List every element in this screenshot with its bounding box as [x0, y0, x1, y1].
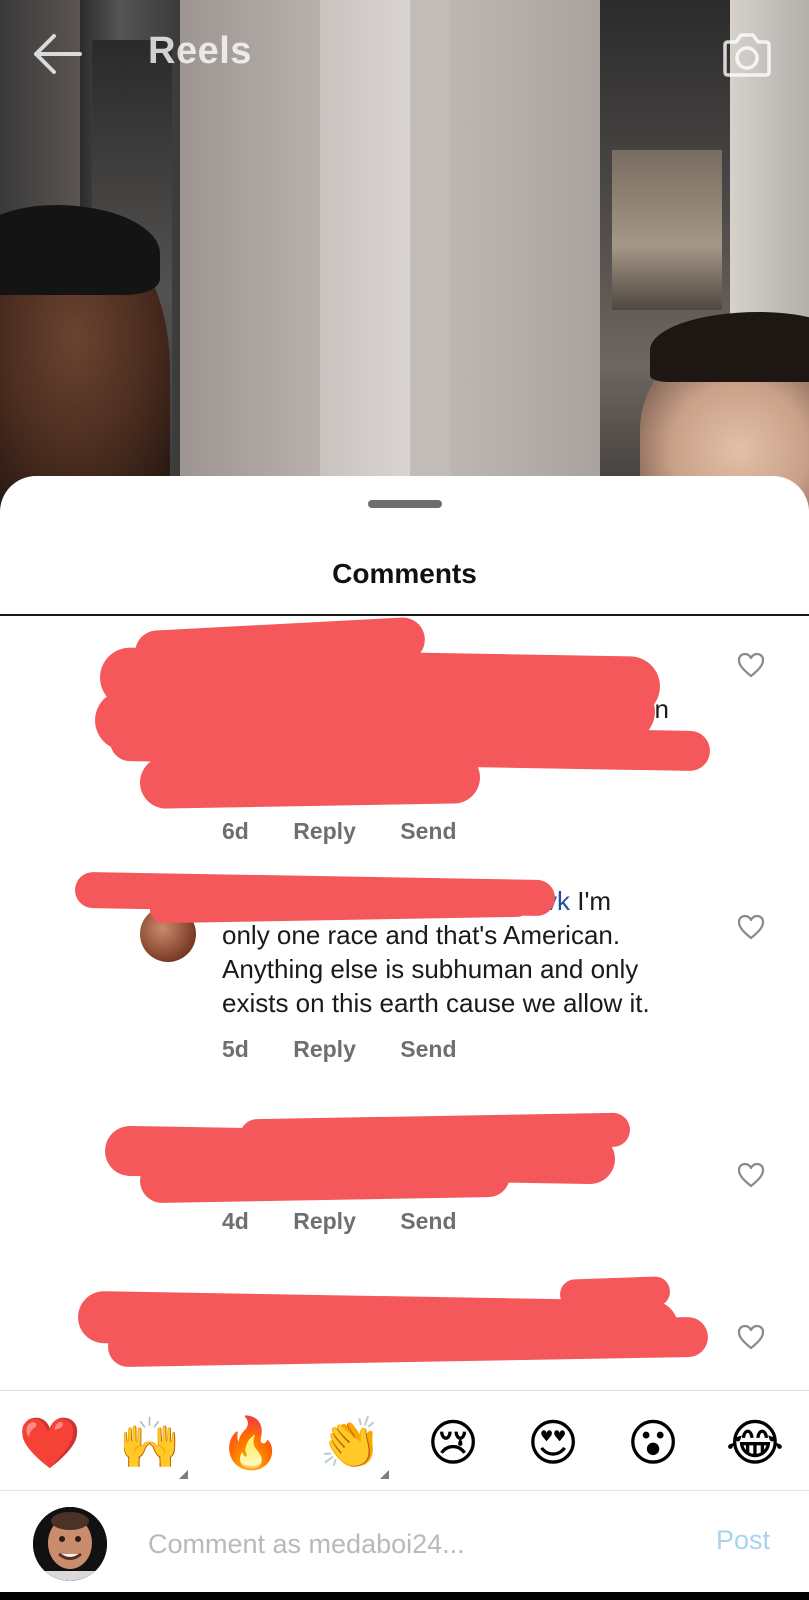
heart-outline-icon — [737, 914, 765, 940]
heart-outline-icon — [737, 652, 765, 678]
system-nav-strip — [0, 1592, 809, 1600]
avatar-face-icon — [33, 1507, 107, 1581]
emoji-fire[interactable]: 🔥 — [218, 1412, 284, 1474]
send-button[interactable]: Send — [400, 1036, 456, 1063]
like-button[interactable] — [737, 1324, 765, 1350]
current-user-avatar[interactable] — [33, 1507, 107, 1581]
comment-item — [0, 1276, 809, 1386]
comment-line-4: exists on this earth cause we allow it. — [222, 988, 650, 1018]
comment-input[interactable] — [148, 1521, 668, 1567]
emoji-raising-hands[interactable]: 🙌 — [117, 1412, 183, 1474]
redaction-scribble — [139, 1152, 511, 1204]
comment-line-3: Anything else is subhuman and only — [222, 954, 639, 984]
send-button[interactable]: Send — [400, 818, 456, 845]
comment-item: vk I'm only one race and that's American… — [0, 871, 809, 1096]
comment-line-1-text: I'm — [570, 886, 612, 916]
page-title: Reels — [148, 30, 252, 72]
comment-item: en ? 6d Reply Send — [0, 616, 809, 866]
reply-button[interactable]: Reply — [293, 818, 356, 845]
arrow-left-icon — [34, 34, 82, 74]
reels-top-bar: Reels — [0, 0, 809, 110]
comment-age: 6d — [222, 818, 249, 844]
skin-tone-indicator — [179, 1470, 188, 1479]
comment-meta: 6d Reply Send — [222, 818, 495, 845]
comment-age: 5d — [222, 1036, 249, 1062]
like-button[interactable] — [737, 914, 765, 940]
emoji-red-heart[interactable]: ❤️ — [17, 1412, 83, 1474]
emoji-crying-face[interactable]: 😢 — [420, 1412, 486, 1474]
emoji-surprised-face[interactable]: 😮 — [620, 1412, 686, 1474]
camera-button[interactable] — [720, 28, 774, 80]
like-button[interactable] — [737, 652, 765, 678]
comment-input-bar: Post — [0, 1490, 809, 1600]
post-button[interactable]: Post — [716, 1525, 770, 1556]
reply-button[interactable]: Reply — [293, 1208, 356, 1235]
sheet-title: Comments — [332, 558, 477, 589]
camera-icon — [723, 33, 771, 77]
emoji-clapping-hands[interactable]: 👏 — [318, 1412, 384, 1474]
comment-age: 4d — [222, 1208, 249, 1234]
heart-outline-icon — [737, 1324, 765, 1350]
video-window — [612, 150, 722, 310]
like-button[interactable] — [737, 1162, 765, 1188]
redaction-scribble — [139, 751, 481, 809]
emoji-bar-divider — [0, 1390, 809, 1391]
sheet-drag-handle[interactable] — [368, 500, 442, 508]
send-button[interactable]: Send — [400, 1208, 456, 1235]
comment-line-2: only one race and that's American. — [222, 920, 621, 950]
emoji-quick-reactions: ❤️ 🙌 🔥 👏 😢 😍 😮 😂 — [0, 1392, 809, 1492]
heart-outline-icon — [737, 1162, 765, 1188]
comment-meta: 4d Reply Send — [222, 1208, 495, 1235]
emoji-tears-of-joy[interactable]: 😂 — [722, 1412, 788, 1474]
skin-tone-indicator — [380, 1470, 389, 1479]
back-button[interactable] — [30, 30, 84, 78]
comment-meta: 5d Reply Send — [222, 1036, 495, 1063]
comment-item: 4d Reply Send — [0, 1112, 809, 1256]
emoji-heart-eyes[interactable]: 😍 — [520, 1412, 586, 1474]
reply-button[interactable]: Reply — [293, 1036, 356, 1063]
